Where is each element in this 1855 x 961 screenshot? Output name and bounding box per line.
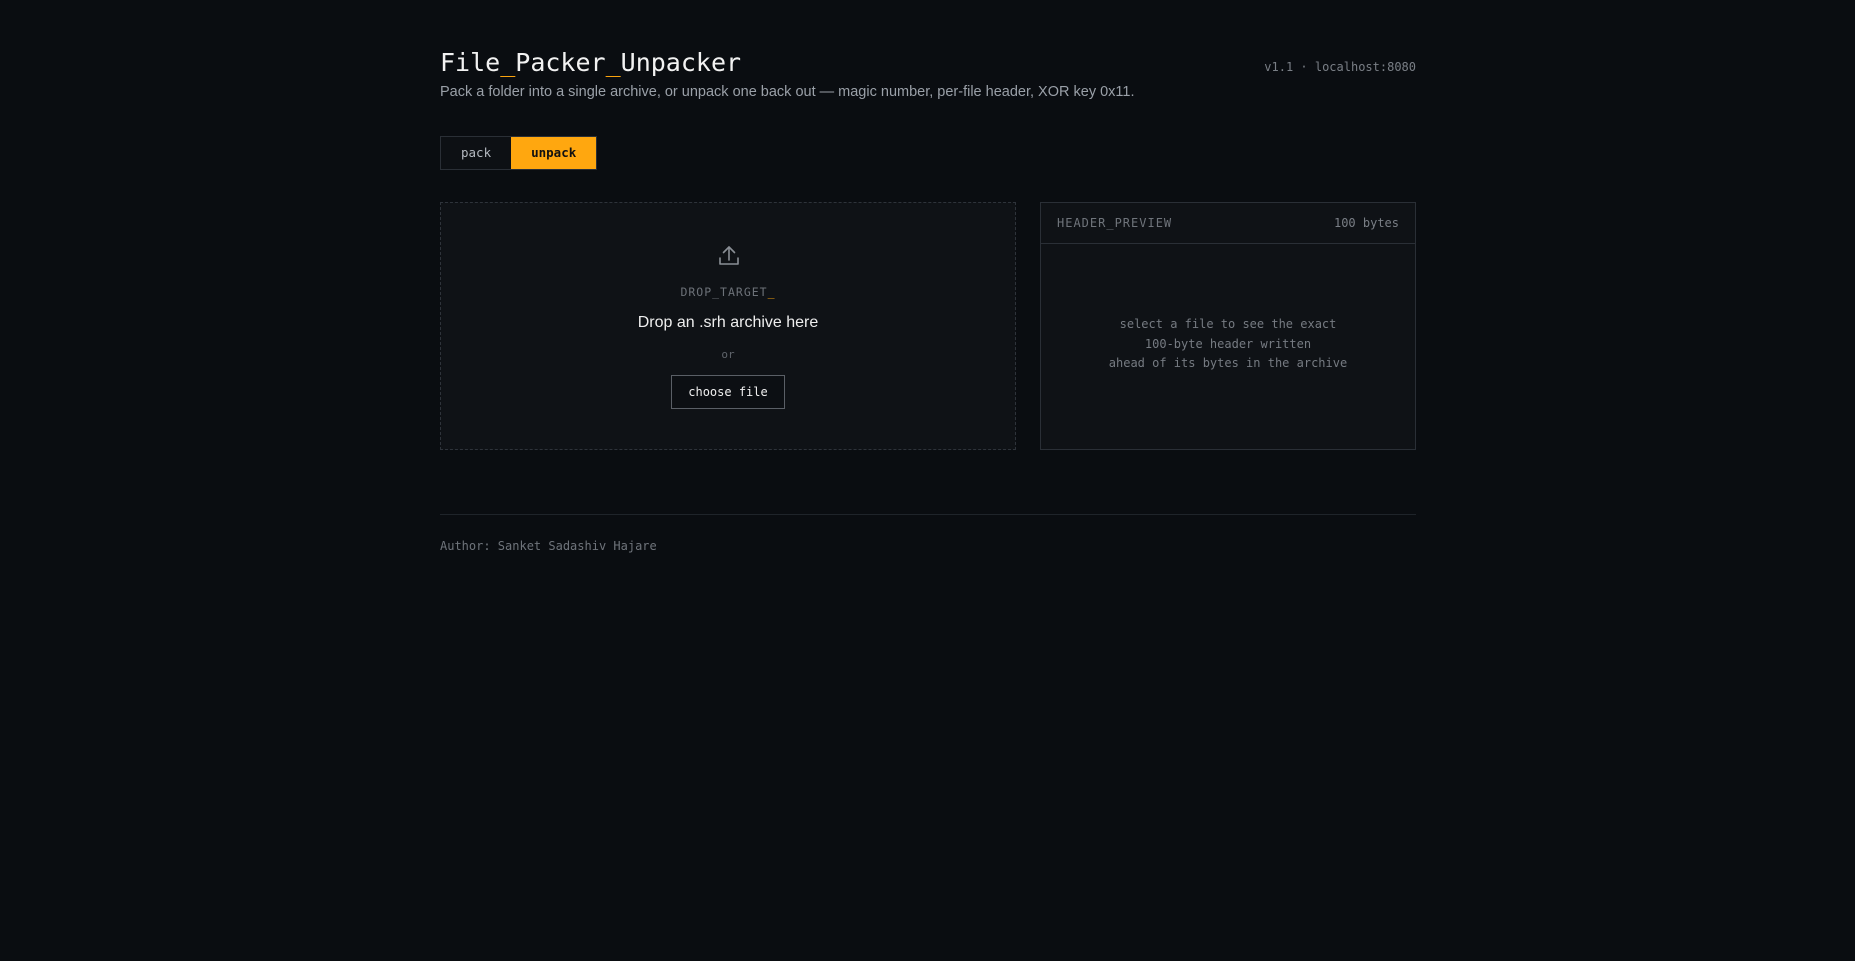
author-credit: Author: Sanket Sadashiv Hajare — [440, 539, 657, 553]
drop-instruction: Drop an .srh archive here — [637, 314, 819, 331]
upload-icon — [719, 246, 739, 265]
preview-placeholder: select a file to see the exact 100-byte … — [1041, 315, 1415, 374]
preview-size: 100 bytes — [1333, 216, 1399, 230]
header-preview-panel: HEADER_PREVIEW 100 bytes select a file t… — [1040, 202, 1416, 450]
preview-header: HEADER_PREVIEW 100 bytes — [1041, 203, 1415, 244]
choose-file-button[interactable]: choose file — [671, 375, 785, 409]
footer-divider — [440, 514, 1416, 515]
preview-title: HEADER_PREVIEW — [1057, 216, 1173, 230]
page-header: File_Packer_Unpacker v1.1 · localhost:80… — [440, 0, 1416, 120]
drop-zone[interactable]: DROP_TARGET_ Drop an .srh archive here o… — [440, 202, 1016, 450]
preview-line: select a file to see the exact — [1119, 317, 1337, 331]
drop-target-cursor: _ — [767, 285, 776, 299]
title-part-unpacker: Unpacker — [620, 48, 742, 77]
preview-line: ahead of its bytes in the archive — [1108, 356, 1348, 370]
title-part-file: File — [440, 48, 501, 77]
title-part-packer: Packer — [515, 48, 606, 77]
preview-line: 100-byte header written — [1144, 336, 1312, 351]
tab-unpack[interactable]: unpack — [511, 137, 597, 169]
page-subtitle: Pack a folder into a single archive, or … — [440, 84, 1135, 100]
title-underscore: _ — [605, 48, 621, 77]
page-title: File_Packer_Unpacker — [440, 47, 741, 79]
drop-target-text: DROP_TARGET — [680, 285, 768, 299]
title-underscore: _ — [500, 48, 516, 77]
tab-pack[interactable]: pack — [441, 137, 512, 169]
drop-target-label: DROP_TARGET_ — [441, 285, 1015, 299]
drop-or-text: or — [721, 348, 735, 361]
version-label: v1.1 · localhost:8080 — [1264, 60, 1416, 74]
app-container: File_Packer_Unpacker v1.1 · localhost:80… — [440, 0, 1416, 553]
mode-tabs: pack unpack — [440, 136, 598, 170]
